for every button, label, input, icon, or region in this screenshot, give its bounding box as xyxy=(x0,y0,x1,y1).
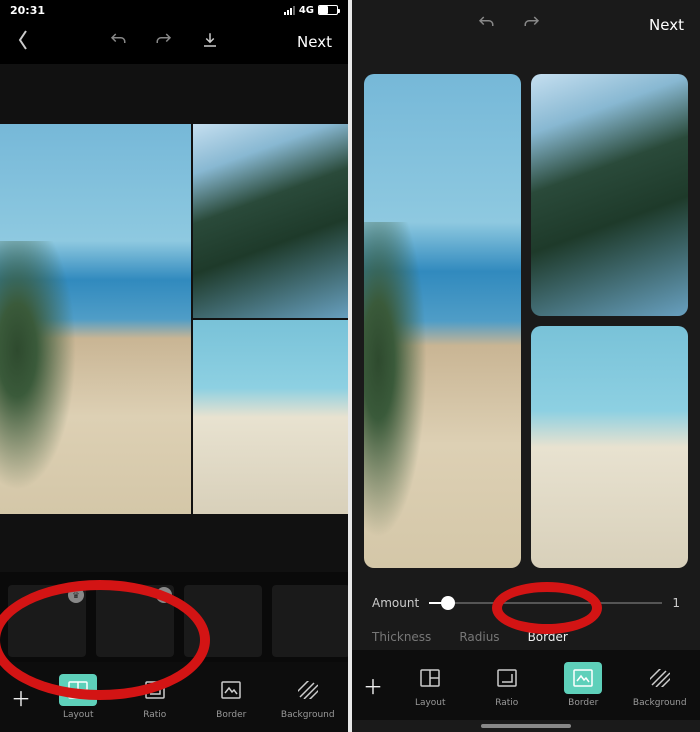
undo-button[interactable] xyxy=(109,31,127,53)
tool-label: Border xyxy=(568,698,598,708)
border-icon xyxy=(564,662,602,694)
redo-button[interactable] xyxy=(523,14,541,36)
toolbar-item-border[interactable]: Border xyxy=(549,662,618,708)
template-grid-2[interactable] xyxy=(272,585,348,657)
add-photo-button[interactable]: ＋ xyxy=(358,660,388,710)
tab-border[interactable]: Border xyxy=(528,630,568,644)
collage-cell-3[interactable] xyxy=(193,320,348,514)
tool-label: Layout xyxy=(415,698,446,708)
toolbar-item-layout[interactable]: Layout xyxy=(44,674,113,720)
bottom-toolbar: ＋ Layout Ratio Border Background xyxy=(352,650,700,720)
layout-icon xyxy=(411,662,449,694)
status-time: 20:31 xyxy=(10,4,45,17)
toolbar-item-background[interactable]: Background xyxy=(626,662,695,708)
toolbar-item-ratio[interactable]: Ratio xyxy=(473,662,542,708)
screenshot-right: Next Amount 1 Thickness Radius Border ＋ xyxy=(352,0,700,732)
ratio-icon xyxy=(488,662,526,694)
tab-thickness[interactable]: Thickness xyxy=(372,630,431,644)
border-icon xyxy=(212,674,250,706)
background-icon xyxy=(641,662,679,694)
redo-button[interactable] xyxy=(155,31,173,53)
tool-label: Background xyxy=(633,698,687,708)
next-button[interactable]: Next xyxy=(297,33,332,51)
collage-cell-3[interactable] xyxy=(531,326,688,568)
battery-icon xyxy=(318,5,338,15)
crown-icon: ♛ xyxy=(68,587,84,603)
crown-icon: ♛ xyxy=(156,587,172,603)
collage-canvas[interactable] xyxy=(0,64,348,572)
template-grid-1[interactable] xyxy=(184,585,262,657)
tool-label: Ratio xyxy=(495,698,518,708)
layout-icon xyxy=(59,674,97,706)
collage-cell-1[interactable] xyxy=(364,74,521,568)
network-label: 4G xyxy=(299,5,314,16)
amount-value: 1 xyxy=(672,596,680,610)
toolbar-item-layout[interactable]: Layout xyxy=(396,662,465,708)
screenshot-left: 20:31 4G Next xyxy=(0,0,348,732)
undo-button[interactable] xyxy=(477,14,495,36)
template-hearts-2[interactable]: ♛ xyxy=(96,585,174,657)
next-button[interactable]: Next xyxy=(649,16,684,34)
collage-cell-2[interactable] xyxy=(531,74,688,316)
ratio-icon xyxy=(136,674,174,706)
download-button[interactable] xyxy=(201,31,219,53)
slider-thumb[interactable] xyxy=(441,596,455,610)
status-bar: 20:31 4G xyxy=(0,0,348,20)
background-icon xyxy=(289,674,327,706)
collage-cell-2[interactable] xyxy=(193,124,348,318)
add-photo-button[interactable]: ＋ xyxy=(6,672,36,722)
tool-label: Ratio xyxy=(143,710,166,720)
tool-label: Border xyxy=(216,710,246,720)
back-button[interactable] xyxy=(16,28,30,56)
toolbar-item-ratio[interactable]: Ratio xyxy=(121,674,190,720)
template-strip[interactable]: ♛ ♛ xyxy=(0,572,348,662)
border-controls: Amount 1 Thickness Radius Border xyxy=(352,578,700,650)
tool-label: Layout xyxy=(63,710,94,720)
status-icons: 4G xyxy=(284,5,338,16)
signal-icon xyxy=(284,6,295,15)
template-hearts-1[interactable]: ♛ xyxy=(8,585,86,657)
tool-label: Background xyxy=(281,710,335,720)
bottom-toolbar: ＋ Layout Ratio Border Background xyxy=(0,662,348,732)
collage-cell-1[interactable] xyxy=(0,124,191,514)
toolbar-item-border[interactable]: Border xyxy=(197,674,266,720)
top-nav: Next xyxy=(352,0,700,44)
collage-canvas[interactable] xyxy=(352,44,700,578)
amount-slider[interactable] xyxy=(429,602,662,604)
top-nav: Next xyxy=(0,20,348,64)
home-indicator xyxy=(481,724,571,728)
toolbar-item-background[interactable]: Background xyxy=(274,674,343,720)
tab-radius[interactable]: Radius xyxy=(459,630,499,644)
amount-label: Amount xyxy=(372,596,419,610)
